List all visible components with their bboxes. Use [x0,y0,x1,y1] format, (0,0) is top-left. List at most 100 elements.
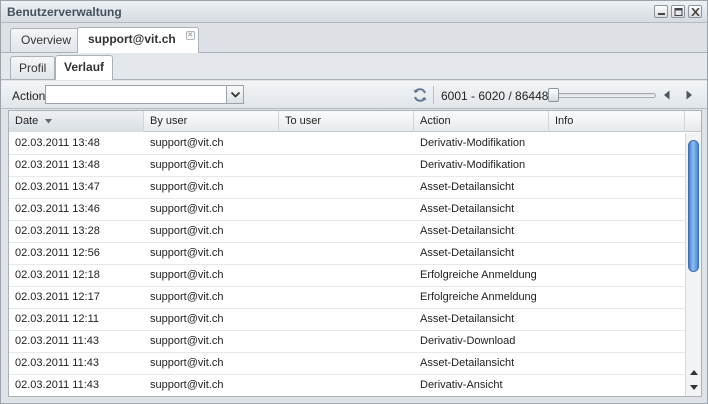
table-row[interactable]: 02.03.2011 13:28 support@vit.ch Asset-Deta… [9,221,685,243]
table-row[interactable]: 02.03.2011 11:43 support@vit.ch Derivativ-… [9,331,685,353]
column-header-to-user[interactable]: To user [279,111,414,132]
cell-info [549,375,685,396]
paging-info: 6001 - 6020 / 86448 [441,89,549,103]
column-header-to-user-label: To user [285,115,322,127]
cell-info [549,221,685,242]
table-row[interactable]: 02.03.2011 12:18 support@vit.ch Erfolgreic… [9,265,685,287]
column-header-by-user[interactable]: By user [144,111,279,132]
column-header-date[interactable]: Date [9,111,144,132]
cell-by-user: support@vit.ch [150,159,224,171]
cell-by-user: support@vit.ch [150,247,224,259]
cell-date: 02.03.2011 11:43 [15,357,100,369]
cell-action: Asset-Detailansicht [420,225,515,237]
cell-to-user [279,199,414,220]
cell-action: Erfolgreiche Anmeldung [420,269,537,281]
cell-date: 02.03.2011 11:43 [15,379,100,391]
tab-support-user[interactable]: support@vit.ch ✕ [77,27,199,53]
column-header-date-label: Date [15,115,39,127]
table-row[interactable]: 02.03.2011 13:48 support@vit.ch Derivativ-… [9,133,685,155]
action-filter-label: Action [12,89,46,103]
cell-to-user [279,375,414,396]
cell-info [549,353,685,374]
cell-by-user: support@vit.ch [150,137,224,149]
triangle-left-icon[interactable] [662,89,672,101]
toolbar-separator [433,86,434,104]
table-row[interactable]: 02.03.2011 13:47 support@vit.ch Asset-Deta… [9,177,685,199]
cell-date: 02.03.2011 13:46 [15,203,100,215]
page-slider-thumb[interactable] [548,88,559,102]
cell-info [549,287,685,308]
maximize-button[interactable] [671,5,685,18]
tab-close-icon[interactable]: ✕ [185,31,195,40]
cell-to-user [279,353,414,374]
cell-info [549,331,685,352]
cell-info [549,309,685,330]
table-row[interactable]: 02.03.2011 11:43 support@vit.ch Derivativ-… [9,375,685,396]
history-toolbar: Action 6001 - 6020 / 86448 [1,81,707,109]
action-filter-combo[interactable] [45,85,244,104]
table-row[interactable]: 02.03.2011 12:56 support@vit.ch Asset-Deta… [9,243,685,265]
refresh-icon[interactable] [412,87,428,103]
close-button[interactable] [688,5,702,18]
cell-by-user: support@vit.ch [150,181,224,193]
cell-action: Asset-Detailansicht [420,203,515,215]
scroll-down-icon[interactable] [689,382,699,392]
cell-date: 02.03.2011 12:56 [15,247,100,259]
cell-by-user: support@vit.ch [150,225,224,237]
table-row[interactable]: 02.03.2011 13:48 support@vit.ch Derivativ-… [9,155,685,177]
sort-down-icon [45,118,53,124]
cell-action: Asset-Detailansicht [420,357,515,369]
cell-to-user [279,155,414,176]
minimize-button[interactable] [654,5,668,18]
grid-header: Date By user To user Action Info [9,111,701,132]
column-header-by-user-label: By user [150,115,188,127]
cell-by-user: support@vit.ch [150,203,224,215]
chevron-down-icon [230,91,241,98]
table-row[interactable]: 02.03.2011 13:46 support@vit.ch Asset-Deta… [9,199,685,221]
column-header-info[interactable]: Info [549,111,685,132]
cell-action: Derivativ-Download [420,335,516,347]
table-row[interactable]: 02.03.2011 12:17 support@vit.ch Erfolgreic… [9,287,685,309]
cell-by-user: support@vit.ch [150,291,224,303]
cell-to-user [279,221,414,242]
page-slider-track[interactable] [550,93,656,98]
cell-date: 02.03.2011 13:48 [15,159,100,171]
action-filter-trigger[interactable] [226,86,243,103]
main-tab-strip: Overview support@vit.ch ✕ [1,23,707,53]
cell-by-user: support@vit.ch [150,379,224,391]
cell-date: 02.03.2011 12:18 [15,269,100,281]
vertical-scrollbar[interactable] [685,133,701,396]
close-icon [691,8,700,16]
scrollbar-thumb[interactable] [688,140,699,272]
window-title: Benutzerverwaltung [7,5,122,19]
cell-to-user [279,243,414,264]
table-row[interactable]: 02.03.2011 12:11 support@vit.ch Asset-Deta… [9,309,685,331]
action-filter-input[interactable] [46,86,226,103]
triangle-right-icon[interactable] [684,89,694,101]
column-header-info-label: Info [555,115,574,127]
tab-support-user-label: support@vit.ch [88,32,176,46]
cell-to-user [279,265,414,286]
user-management-window: Benutzerverwaltung Overview support@vit.… [0,0,708,404]
cell-info [549,133,685,154]
cell-action: Asset-Detailansicht [420,313,515,325]
column-header-action[interactable]: Action [414,111,549,132]
cell-date: 02.03.2011 13:47 [15,181,100,193]
cell-info [549,177,685,198]
cell-by-user: support@vit.ch [150,357,224,369]
cell-date: 02.03.2011 12:11 [15,313,100,325]
tab-verlauf[interactable]: Verlauf [55,55,114,80]
cell-by-user: support@vit.ch [150,313,224,325]
cell-by-user: support@vit.ch [150,269,224,281]
history-grid: Date By user To user Action Info 02.03.2… [8,110,702,397]
tab-verlauf-label: Verlauf [64,60,105,74]
cell-action: Asset-Detailansicht [420,181,515,193]
tab-profil[interactable]: Profil [10,56,56,79]
table-row[interactable]: 02.03.2011 11:43 support@vit.ch Asset-Deta… [9,353,685,375]
scroll-up-icon[interactable] [689,368,699,378]
cell-by-user: support@vit.ch [150,335,224,347]
tab-overview[interactable]: Overview [10,28,83,52]
cell-action: Derivativ-Modifikation [420,159,526,171]
cell-date: 02.03.2011 12:17 [15,291,100,303]
sub-tab-strip: Profil Verlauf [1,53,707,80]
